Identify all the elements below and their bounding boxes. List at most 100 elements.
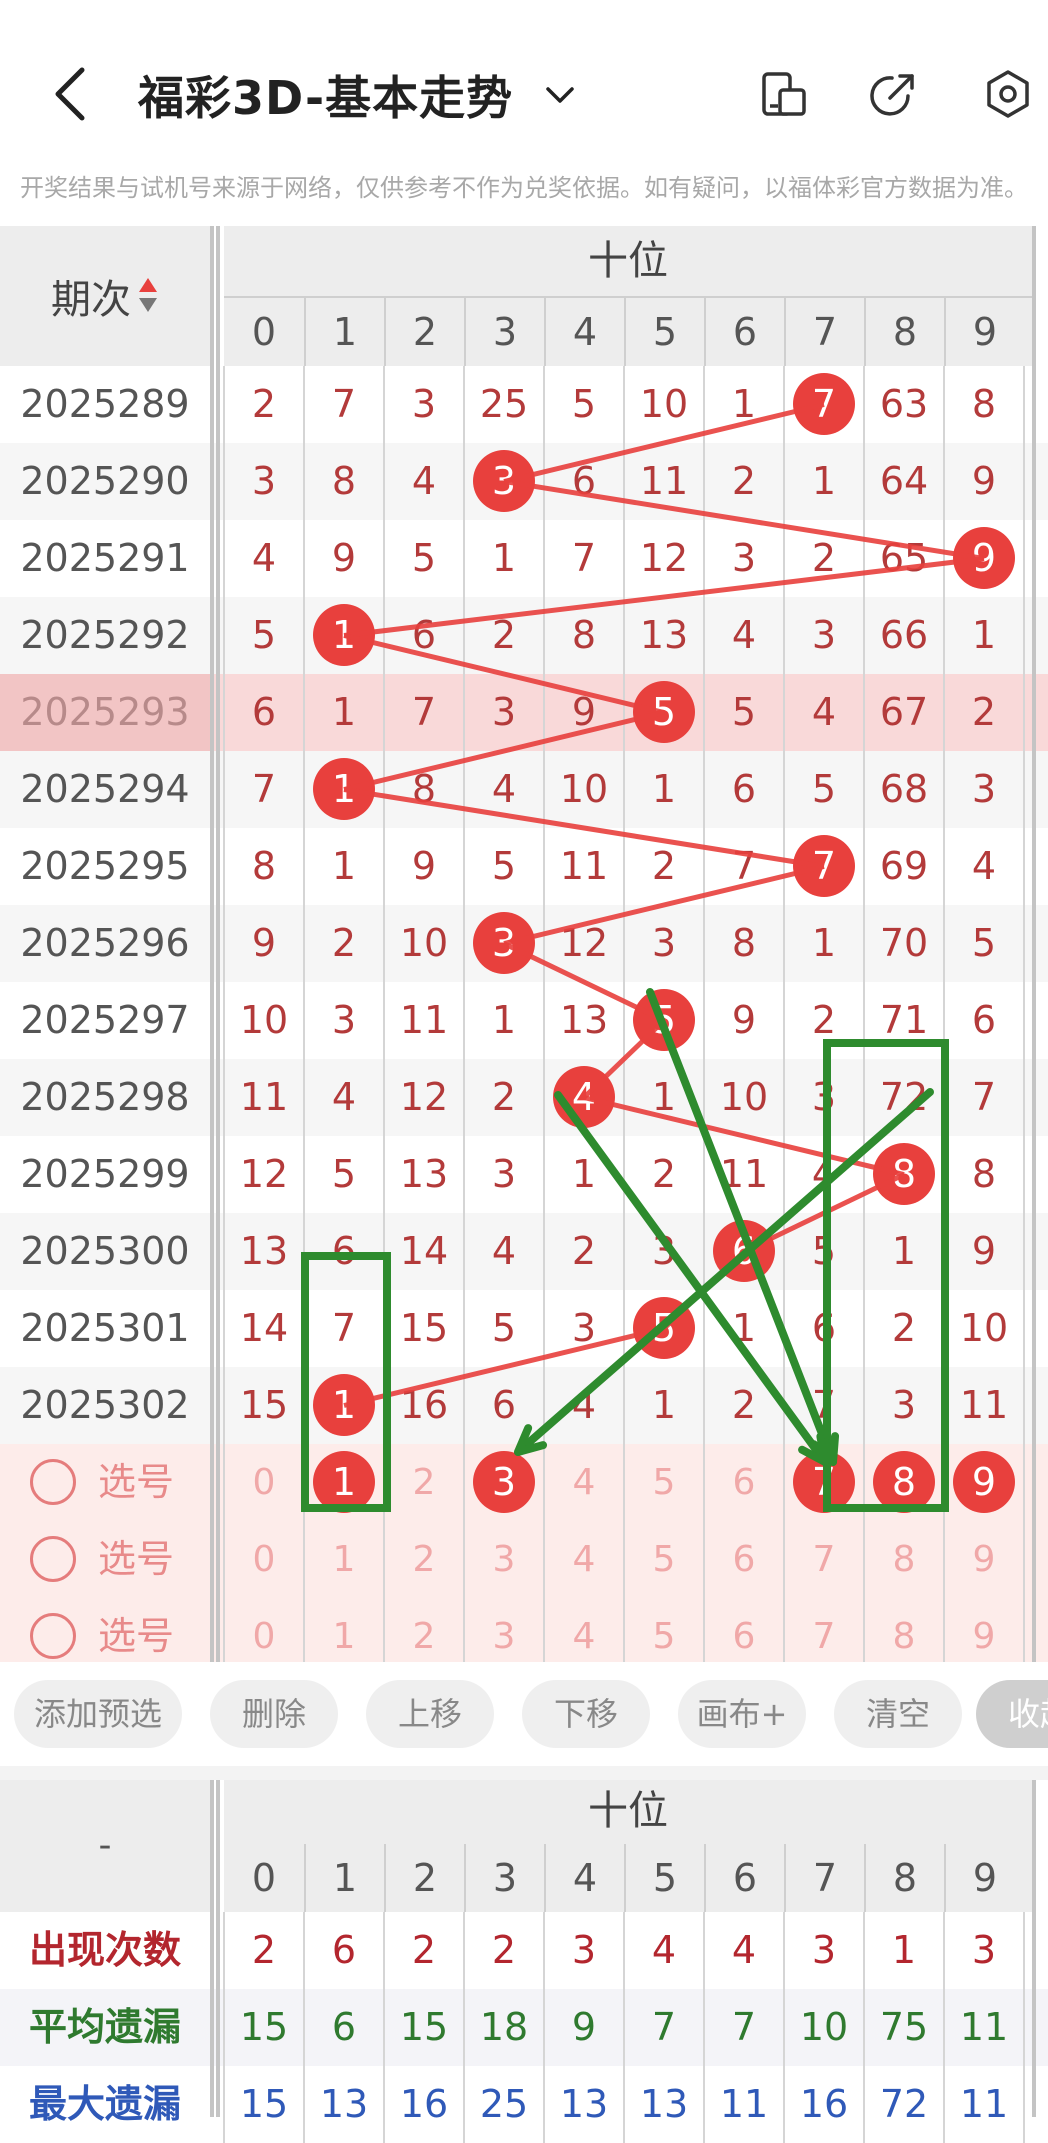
omission-count: 8 xyxy=(411,767,437,811)
right-scroll-edge xyxy=(1032,1780,1036,2117)
back-arrow-icon[interactable] xyxy=(48,64,96,124)
canvas-add-button[interactable]: 画布+ xyxy=(678,1680,806,1748)
pick-digit[interactable]: 4 xyxy=(544,1521,624,1598)
pick-digit[interactable]: 7 xyxy=(784,1521,864,1598)
settings-gear-icon[interactable] xyxy=(982,68,1034,120)
pick-row-checkbox[interactable] xyxy=(30,1536,76,1582)
pick-digit[interactable]: 6 xyxy=(704,1521,784,1598)
pick-digit[interactable]: 2 xyxy=(384,1521,464,1598)
pick-digit[interactable]: 9 xyxy=(944,1521,1024,1598)
selected-pick-ball[interactable]: 7 xyxy=(793,1451,855,1513)
omission-count: 7 xyxy=(811,1383,837,1427)
omission-count: 9 xyxy=(971,1229,997,1273)
omission-count: 3 xyxy=(251,459,277,503)
winning-digit-ball: 1 xyxy=(313,1374,375,1436)
pick-digit[interactable]: 2 xyxy=(384,1444,464,1521)
pick-digit[interactable]: 0 xyxy=(224,1521,304,1598)
omission-count: 2 xyxy=(491,1075,517,1119)
omission-count: 6 xyxy=(411,613,437,657)
omission-count: 1 xyxy=(811,921,837,965)
stats-row-label: 平均遗漏 xyxy=(28,2005,181,2049)
omission-count: 13 xyxy=(639,613,689,657)
pick-digit[interactable]: 8 xyxy=(864,1521,944,1598)
omission-count: 6 xyxy=(491,1383,517,1427)
selected-pick-ball[interactable]: 8 xyxy=(873,1451,935,1513)
grid-line xyxy=(383,1912,385,2143)
move-down-button[interactable]: 下移 xyxy=(522,1680,650,1748)
period-number: 2025296 xyxy=(20,921,190,965)
pick-digit[interactable]: 4 xyxy=(544,1444,624,1521)
stats-digit-header-4: 4 xyxy=(544,1844,624,1912)
pick-digit[interactable]: 1 xyxy=(304,1521,384,1598)
pick-row-label[interactable]: 选号 xyxy=(98,1521,174,1598)
collapse-button[interactable]: 收起 xyxy=(976,1680,1048,1748)
period-number: 2025292 xyxy=(20,613,190,657)
omission-count: 1 xyxy=(331,690,357,734)
digit-header-3: 3 xyxy=(464,298,544,366)
period-number: 2025290 xyxy=(20,459,190,503)
omission-count: 11 xyxy=(559,844,609,888)
stats-value: 2 xyxy=(251,1928,277,1972)
pick-digit[interactable]: 5 xyxy=(624,1521,704,1598)
omission-count: 25 xyxy=(479,382,529,426)
pick-digit[interactable]: 5 xyxy=(624,1444,704,1521)
column-separator xyxy=(216,226,220,1662)
selected-pick-ball[interactable]: 9 xyxy=(953,1451,1015,1513)
pick-row-checkbox[interactable] xyxy=(30,1613,76,1659)
stats-value: 9 xyxy=(571,2005,597,2049)
omission-count: 1 xyxy=(491,536,517,580)
selected-pick-ball[interactable]: 1 xyxy=(313,1451,375,1513)
omission-count: 15 xyxy=(239,1383,289,1427)
omission-count: 1 xyxy=(731,382,757,426)
column-separator xyxy=(210,1780,214,2117)
page-title: 福彩3D-基本走势 xyxy=(138,71,514,125)
omission-count: 1 xyxy=(571,1152,597,1196)
omission-count: 71 xyxy=(879,998,929,1042)
omission-count: 9 xyxy=(331,536,357,580)
right-scroll-edge xyxy=(1032,226,1036,1662)
omission-count: 3 xyxy=(571,1306,597,1350)
winning-digit-ball: 1 xyxy=(313,758,375,820)
omission-count: 2 xyxy=(891,1306,917,1350)
omission-count: 11 xyxy=(399,998,449,1042)
delete-button[interactable]: 删除 xyxy=(210,1680,338,1748)
digit-header-2: 2 xyxy=(384,298,464,366)
selected-pick-ball[interactable]: 3 xyxy=(473,1451,535,1513)
stats-value: 75 xyxy=(879,2005,929,2049)
omission-count: 68 xyxy=(879,767,929,811)
omission-count: 6 xyxy=(251,690,277,734)
share-icon[interactable] xyxy=(868,68,920,120)
stats-digit-header-5: 5 xyxy=(624,1844,704,1912)
omission-count: 5 xyxy=(411,536,437,580)
digit-header-7: 7 xyxy=(784,298,864,366)
omission-count: 11 xyxy=(639,459,689,503)
winning-digit-ball: 3 xyxy=(473,450,535,512)
omission-count: 5 xyxy=(251,613,277,657)
add-preselect-button[interactable]: 添加预选 xyxy=(14,1680,182,1748)
omission-count: 1 xyxy=(731,1306,757,1350)
stats-value: 13 xyxy=(639,2082,689,2126)
pick-digit[interactable]: 0 xyxy=(224,1444,304,1521)
omission-count: 6 xyxy=(731,767,757,811)
omission-count: 6 xyxy=(331,1229,357,1273)
clear-button[interactable]: 清空 xyxy=(834,1680,962,1748)
stats-value: 2 xyxy=(491,1928,517,1972)
pick-row-label[interactable]: 选号 xyxy=(98,1444,174,1521)
winning-digit-ball: 5 xyxy=(633,681,695,743)
omission-count: 4 xyxy=(731,613,757,657)
trend-table: 期次 十位 0123456789 2025289 2 7 3 25 5 10 1 7 63 8 202… xyxy=(0,226,1048,1675)
period-column-header[interactable]: 期次 xyxy=(0,226,210,366)
sort-arrows-icon[interactable] xyxy=(137,274,159,318)
move-up-button[interactable]: 上移 xyxy=(366,1680,494,1748)
pick-row-checkbox[interactable] xyxy=(30,1459,76,1505)
omission-count: 5 xyxy=(491,844,517,888)
pick-digit[interactable]: 6 xyxy=(704,1444,784,1521)
title-dropdown[interactable]: 福彩3D-基本走势 xyxy=(138,60,577,130)
winning-digit-ball: 5 xyxy=(633,989,695,1051)
digit-header-8: 8 xyxy=(864,298,944,366)
omission-count: 12 xyxy=(239,1152,289,1196)
column-separator xyxy=(216,1780,220,2117)
phone-layout-icon[interactable] xyxy=(758,68,810,120)
pick-digit[interactable]: 3 xyxy=(464,1521,544,1598)
omission-count: 2 xyxy=(731,459,757,503)
